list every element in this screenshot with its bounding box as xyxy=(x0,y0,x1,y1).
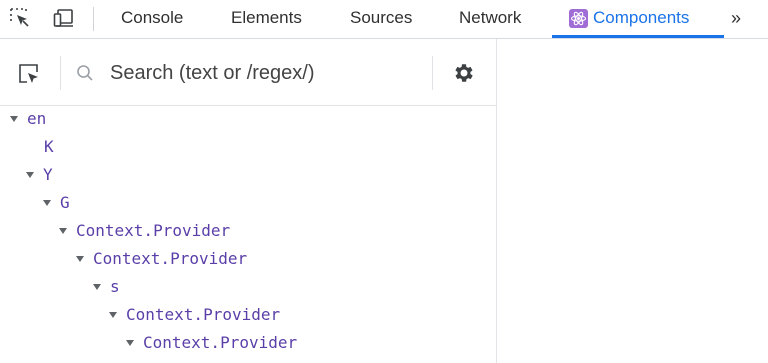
more-tabs-icon[interactable]: » xyxy=(731,0,741,38)
devtools-tab-bar: Console Elements Sources Network Compone… xyxy=(0,0,768,39)
component-name: s xyxy=(110,277,120,296)
inspect-element-icon[interactable] xyxy=(16,61,42,87)
tree-item[interactable]: Y xyxy=(26,162,53,188)
component-name: Context.Provider xyxy=(126,305,281,324)
component-name: Context.Provider xyxy=(143,333,298,352)
tree-item[interactable]: s xyxy=(93,274,120,300)
tree-item[interactable]: G xyxy=(43,190,70,216)
toolbar-divider xyxy=(432,56,433,90)
expand-triangle-icon[interactable] xyxy=(26,171,34,178)
react-icon xyxy=(569,9,588,28)
tree-item[interactable]: en xyxy=(10,106,46,132)
tree-item[interactable]: Context.Provider xyxy=(109,302,280,328)
pane-divider[interactable] xyxy=(496,39,497,363)
expand-triangle-icon[interactable] xyxy=(109,311,117,318)
components-toolbar xyxy=(0,39,496,106)
expand-triangle-icon[interactable] xyxy=(93,283,101,290)
active-tab-indicator xyxy=(552,35,724,38)
expand-triangle-icon[interactable] xyxy=(10,115,18,122)
component-name: Context.Provider xyxy=(93,249,248,268)
settings-gear-icon[interactable] xyxy=(452,61,476,85)
expand-triangle-icon[interactable] xyxy=(76,255,84,262)
tree-item[interactable]: Context.Provider xyxy=(126,330,297,356)
expand-triangle-icon[interactable] xyxy=(59,227,67,234)
component-name: G xyxy=(60,193,70,212)
tab-elements[interactable]: Elements xyxy=(231,0,302,38)
select-element-icon[interactable] xyxy=(8,6,32,30)
component-name: K xyxy=(44,137,54,156)
search-icon xyxy=(77,65,93,81)
tab-sources[interactable]: Sources xyxy=(350,0,412,38)
tree-item[interactable]: Context.Provider xyxy=(76,246,247,272)
component-name: en xyxy=(27,109,47,128)
expand-triangle-icon[interactable] xyxy=(126,339,134,346)
component-search-input[interactable] xyxy=(110,56,420,90)
component-name: Y xyxy=(43,165,53,184)
tab-network[interactable]: Network xyxy=(459,0,521,38)
toolbar-divider xyxy=(93,7,94,31)
tree-item[interactable]: K xyxy=(44,134,54,160)
tab-console[interactable]: Console xyxy=(121,0,183,38)
expand-triangle-icon[interactable] xyxy=(43,199,51,206)
tree-item[interactable]: Context.Provider xyxy=(59,218,230,244)
tab-components[interactable]: Components xyxy=(593,0,689,38)
toolbar-divider xyxy=(60,56,61,90)
component-name: Context.Provider xyxy=(76,221,231,240)
device-toolbar-icon[interactable] xyxy=(52,6,76,30)
